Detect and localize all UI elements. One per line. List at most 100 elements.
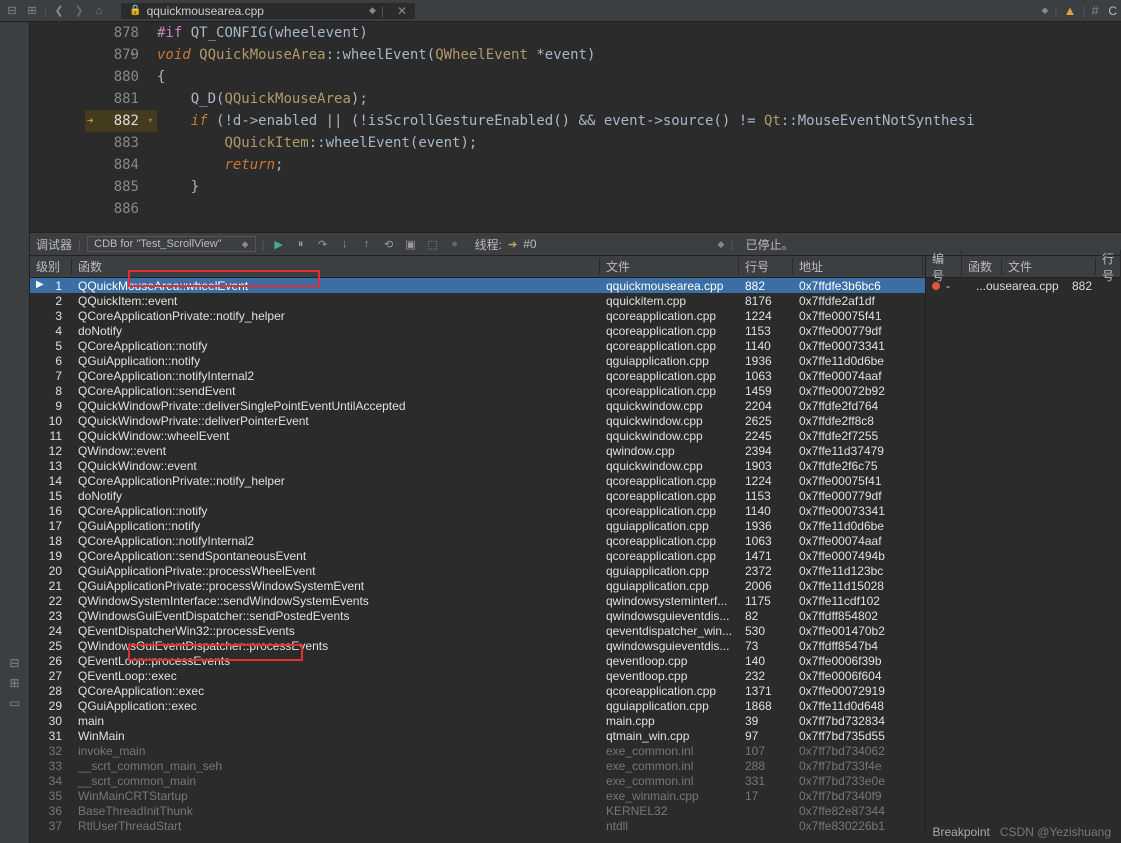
stack-frame-row[interactable]: 28QCoreApplication::execqcoreapplication…: [30, 683, 925, 698]
step-out-icon[interactable]: ↑: [359, 236, 375, 252]
code-line[interactable]: void QQuickMouseArea::wheelEvent(QWheelE…: [157, 44, 1121, 66]
col-line[interactable]: 行号: [739, 258, 793, 275]
record-icon[interactable]: ●: [447, 236, 463, 252]
stack-frame-row[interactable]: 4doNotifyqcoreapplication.cpp11530x7ffe0…: [30, 323, 925, 338]
col-file[interactable]: 文件: [600, 258, 739, 275]
stack-frame-row[interactable]: 37RtlUserThreadStartntdll0x7ffe830226b1: [30, 818, 925, 833]
stack-frame-row[interactable]: 35WinMainCRTStartupexe_winmain.cpp170x7f…: [30, 788, 925, 803]
step-over-icon[interactable]: ↷: [315, 236, 331, 252]
thread-arrow-icon: ➔: [508, 238, 517, 251]
debug-target-dropdown[interactable]: CDB for "Test_ScrollView" ◆: [87, 236, 255, 252]
stack-frame-row[interactable]: 34__scrt_common_mainexe_common.inl3310x7…: [30, 773, 925, 788]
thread-dropdown-icon[interactable]: ◆: [718, 239, 725, 250]
call-stack-panel: 级别 函数 文件 行号 地址 ▶1QQuickMouseArea::wheelE…: [30, 256, 925, 833]
stack-frame-row[interactable]: 2QQuickItem::eventqquickitem.cpp81760x7f…: [30, 293, 925, 308]
sidebar-toggle-left-icon[interactable]: ⊟: [4, 3, 20, 19]
bp-col-file[interactable]: 文件: [1002, 258, 1096, 275]
stack-frame-row[interactable]: 36BaseThreadInitThunkKERNEL320x7ffe82e87…: [30, 803, 925, 818]
strip-icon-1[interactable]: ⊟: [9, 656, 19, 670]
breakpoint-dot-icon: [932, 282, 940, 290]
bp-file: ...ousearea.cpp: [976, 279, 1066, 293]
code-line[interactable]: return;: [157, 154, 1121, 176]
stack-frame-row[interactable]: 31WinMainqtmain_win.cpp970x7ff7bd735d55: [30, 728, 925, 743]
debug-panels: 级别 函数 文件 行号 地址 ▶1QQuickMouseArea::wheelE…: [30, 256, 1121, 833]
line-number: 886: [85, 198, 139, 220]
top-toolbar: ⊟ ⊞ | ❮ ❯ ⌂ 🔒 qquickmousearea.cpp ◆ | ✕ …: [0, 0, 1121, 22]
stack-frame-row[interactable]: 21QGuiApplicationPrivate::processWindowS…: [30, 578, 925, 593]
bp-line: 882: [1072, 279, 1092, 293]
continue-icon[interactable]: ▶: [271, 236, 287, 252]
stack-frame-row[interactable]: 33__scrt_common_main_sehexe_common.inl28…: [30, 758, 925, 773]
strip-icon-3[interactable]: ▭: [9, 696, 20, 710]
nav-back-icon[interactable]: ❮: [51, 3, 67, 19]
hash-label: #: [1091, 3, 1102, 18]
stack-frame-row[interactable]: 17QGuiApplication::notifyqguiapplication…: [30, 518, 925, 533]
stack-frame-row[interactable]: 29QGuiApplication::execqguiapplication.c…: [30, 698, 925, 713]
stack-frame-row[interactable]: 11QQuickWindow::wheelEventqquickwindow.c…: [30, 428, 925, 443]
line-number: 879▾: [85, 44, 139, 66]
stack-frame-row[interactable]: 22QWindowSystemInterface::sendWindowSyst…: [30, 593, 925, 608]
home-icon[interactable]: ⌂: [91, 3, 107, 19]
col-func[interactable]: 函数: [72, 258, 600, 275]
filename: qquickmousearea.cpp: [147, 4, 264, 18]
sidebar-toggle-right-icon[interactable]: ⊞: [24, 3, 40, 19]
close-tab-icon[interactable]: ✕: [397, 4, 407, 18]
stack-frame-row[interactable]: 19QCoreApplication::sendSpontaneousEvent…: [30, 548, 925, 563]
code-editor[interactable]: 878879▾880881➔882▾883884885886 #if QT_CO…: [30, 22, 1121, 232]
interrupt-icon[interactable]: ⏸: [293, 236, 309, 252]
thread-number[interactable]: #0: [523, 237, 536, 251]
abort-icon[interactable]: ⬚: [425, 236, 441, 252]
stack-header: 级别 函数 文件 行号 地址: [30, 256, 925, 278]
split-dropdown-icon[interactable]: ◆: [369, 5, 376, 16]
stack-frame-row[interactable]: 23QWindowsGuiEventDispatcher::sendPosted…: [30, 608, 925, 623]
strip-icon-2[interactable]: ⊞: [9, 676, 19, 690]
stack-frame-row[interactable]: 9QQuickWindowPrivate::deliverSinglePoint…: [30, 398, 925, 413]
stack-frame-row[interactable]: 8QCoreApplication::sendEventqcoreapplica…: [30, 383, 925, 398]
restart-icon[interactable]: ⟲: [381, 236, 397, 252]
step-into-icon[interactable]: ↓: [337, 236, 353, 252]
warning-icon[interactable]: ▲: [1063, 3, 1076, 18]
stack-frame-row[interactable]: 26QEventLoop::processEventsqeventloop.cp…: [30, 653, 925, 668]
code-line[interactable]: #if QT_CONFIG(wheelevent): [157, 22, 1121, 44]
marker-gutter: [30, 22, 85, 232]
code-line[interactable]: Q_D(QQuickMouseArea);: [157, 88, 1121, 110]
code-line[interactable]: if (!d->enabled || (!isScrollGestureEnab…: [157, 110, 1121, 132]
stack-frame-row[interactable]: 27QEventLoop::execqeventloop.cpp2320x7ff…: [30, 668, 925, 683]
stack-frame-row[interactable]: 18QCoreApplication::notifyInternal2qcore…: [30, 533, 925, 548]
stack-frame-row[interactable]: 6QGuiApplication::notifyqguiapplication.…: [30, 353, 925, 368]
stack-frame-row[interactable]: 12QWindow::eventqwindow.cpp23940x7ffe11d…: [30, 443, 925, 458]
stack-frame-row[interactable]: 14QCoreApplicationPrivate::notify_helper…: [30, 473, 925, 488]
breakpoint-row[interactable]: - ...ousearea.cpp 882: [926, 278, 1121, 293]
stack-frame-row[interactable]: 25QWindowsGuiEventDispatcher::processEve…: [30, 638, 925, 653]
stack-frame-row[interactable]: 7QCoreApplication::notifyInternal2qcorea…: [30, 368, 925, 383]
chevron-down-icon: ◆: [242, 239, 249, 250]
bp-col-line[interactable]: 行号: [1096, 250, 1121, 284]
col-addr[interactable]: 地址: [793, 258, 923, 275]
code-line[interactable]: QQuickItem::wheelEvent(event);: [157, 132, 1121, 154]
stack-frame-row[interactable]: 30mainmain.cpp390x7ff7bd732834: [30, 713, 925, 728]
file-tab[interactable]: 🔒 qquickmousearea.cpp ◆ | ✕: [121, 3, 415, 19]
toolbar-right: ◆ | ▲ | # C: [1041, 3, 1117, 18]
stack-frame-row[interactable]: 3QCoreApplicationPrivate::notify_helperq…: [30, 308, 925, 323]
debug-status: 已停止。: [746, 236, 794, 253]
stack-frame-row[interactable]: 20QGuiApplicationPrivate::processWheelEv…: [30, 563, 925, 578]
stack-frame-row[interactable]: 16QCoreApplication::notifyqcoreapplicati…: [30, 503, 925, 518]
stack-frame-row[interactable]: 32invoke_mainexe_common.inl1070x7ff7bd73…: [30, 743, 925, 758]
code-line[interactable]: }: [157, 176, 1121, 198]
stop-icon[interactable]: ▣: [403, 236, 419, 252]
code-line[interactable]: [157, 198, 1121, 220]
stack-frame-row[interactable]: 10QQuickWindowPrivate::deliverPointerEve…: [30, 413, 925, 428]
stack-frame-row[interactable]: 15doNotifyqcoreapplication.cpp11530x7ffe…: [30, 488, 925, 503]
bp-rows: - ...ousearea.cpp 882: [926, 278, 1121, 293]
stack-frame-row[interactable]: 5QCoreApplication::notifyqcoreapplicatio…: [30, 338, 925, 353]
stack-frame-row[interactable]: 24QEventDispatcherWin32::processEventsqe…: [30, 623, 925, 638]
code-line[interactable]: {: [157, 66, 1121, 88]
nav-forward-icon[interactable]: ❯: [71, 3, 87, 19]
stack-frame-row[interactable]: 13QQuickWindow::eventqquickwindow.cpp190…: [30, 458, 925, 473]
col-level[interactable]: 级别: [30, 258, 72, 275]
code-area[interactable]: #if QT_CONFIG(wheelevent)void QQuickMous…: [157, 22, 1121, 232]
stack-frame-row[interactable]: ▶1QQuickMouseArea::wheelEventqquickmouse…: [30, 278, 925, 293]
menu-dropdown-icon[interactable]: ◆: [1041, 5, 1048, 16]
bp-col-func[interactable]: 函数: [962, 258, 1002, 275]
line-number: 878: [85, 22, 139, 44]
